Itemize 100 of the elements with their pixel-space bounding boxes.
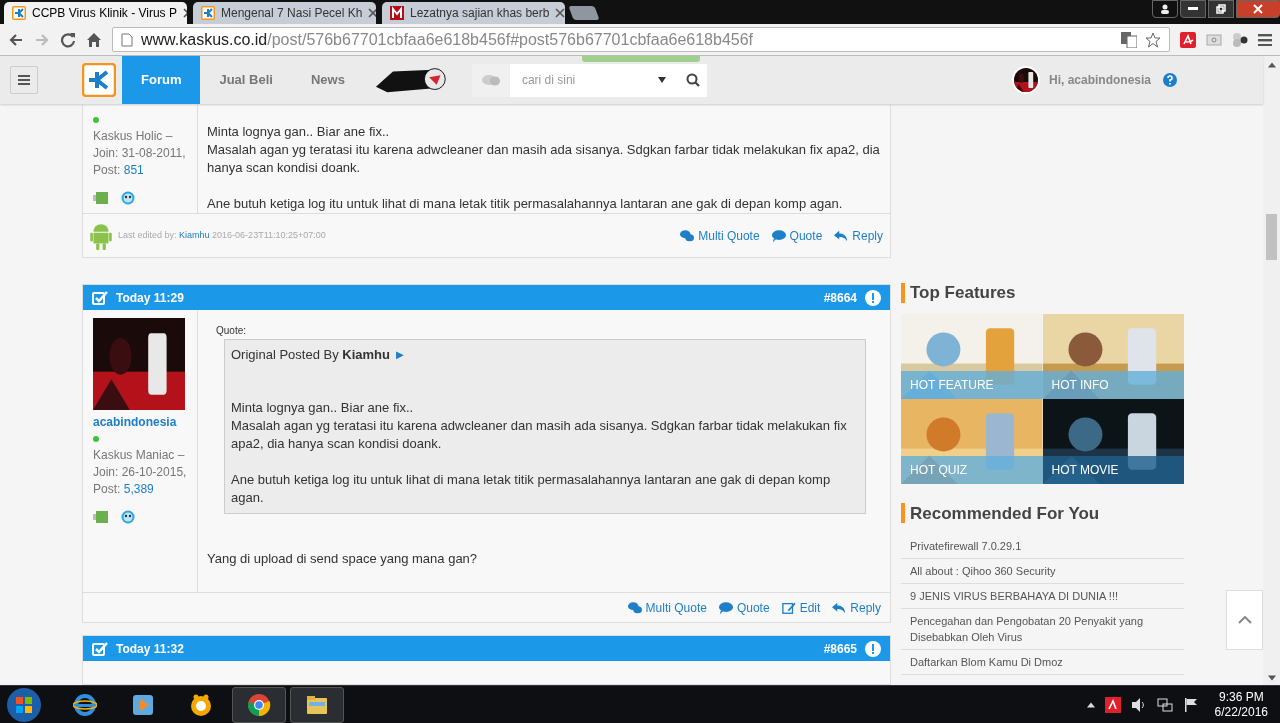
tile-label: HOT QUIZ <box>901 455 1043 484</box>
feature-tile[interactable]: HOT FEATURE <box>901 313 1043 399</box>
multiquote-button[interactable]: Multi Quote <box>680 226 760 245</box>
menu-button[interactable] <box>10 66 38 94</box>
antivirus-icon[interactable] <box>1104 696 1121 713</box>
chat-icon <box>481 74 500 86</box>
reload-icon[interactable] <box>60 31 76 48</box>
address-field[interactable]: www.kaskus.co.id/post/576b67701cbfaa6e618b456f#post576b67701cbfaa6e618b456f <box>112 27 1170 52</box>
mug-icon <box>93 510 109 524</box>
menu-icon <box>18 75 30 85</box>
tile-label: HOT INFO <box>1042 370 1184 399</box>
checkbox-icon[interactable] <box>92 640 108 657</box>
reply-button[interactable]: Reply <box>832 598 881 617</box>
caret-icon[interactable] <box>657 77 666 83</box>
minimize-icon <box>1188 7 1198 11</box>
search-icon[interactable] <box>685 73 700 87</box>
reply-button[interactable]: Reply <box>834 226 883 245</box>
close-icon[interactable] <box>368 8 376 18</box>
browser-tab[interactable]: Mengenal 7 Nasi Pecel Kh <box>193 2 376 24</box>
post-text: Ane butuh ketiga log itu untuk lihat di mana letak titik permasalahannya lantaran ane gak di depan komp agan. <box>207 195 844 213</box>
tab-title: Lezatnya sajian khas berb <box>410 5 550 22</box>
close-icon <box>1253 4 1263 14</box>
feature-tile[interactable]: HOT INFO <box>1042 313 1184 399</box>
taskbar-button[interactable] <box>290 686 344 723</box>
tile-label: HOT MOVIE <box>1042 455 1184 484</box>
mug-icon <box>93 191 109 205</box>
balls-icon[interactable] <box>1232 31 1248 48</box>
alert-icon[interactable] <box>865 289 881 306</box>
post-number-link[interactable]: #8665 <box>823 639 857 658</box>
post-count-link[interactable]: 5,389 <box>123 482 154 496</box>
multiquote-button[interactable]: Multi Quote <box>627 598 707 617</box>
quote-label: Quote: <box>216 324 248 338</box>
favicon-icon <box>12 6 26 20</box>
username-link[interactable]: acabindonesia <box>93 414 187 431</box>
browser-tab[interactable]: Lezatnya sajian khas berb <box>382 2 565 24</box>
profile-button[interactable] <box>1152 0 1178 18</box>
scroll-down-icon[interactable] <box>1267 675 1276 681</box>
feature-tile[interactable]: HOT QUIZ <box>901 398 1043 484</box>
post-time: Today 11:32 <box>116 640 184 658</box>
menu-icon[interactable] <box>1258 33 1272 46</box>
search-input[interactable]: cari di sini <box>521 71 652 89</box>
flag-icon[interactable] <box>1182 696 1199 713</box>
star-icon[interactable] <box>1145 31 1161 48</box>
quote-source: Original Posted By Kiamhu ► <box>231 346 408 364</box>
restore-button[interactable] <box>1208 0 1234 18</box>
browser-icon <box>73 692 97 717</box>
clock[interactable]: 9:36 PM 6/22/2016 <box>1214 689 1268 720</box>
recommended-link[interactable]: All about : Qihoo 360 Security <box>901 559 1184 584</box>
quote-button[interactable]: Quote <box>718 598 770 617</box>
section-title: Top Features <box>910 282 1016 304</box>
minimize-button[interactable] <box>1180 0 1206 18</box>
post-count-link[interactable]: 851 <box>123 163 144 177</box>
restore-icon <box>1216 4 1226 14</box>
edit-button[interactable]: Edit <box>781 598 821 617</box>
recommended-link[interactable]: Pencegahan dan Pengobatan 20 Penyakit yang Disebabkan Oleh Virus <box>901 609 1184 650</box>
alert-icon[interactable] <box>865 640 881 657</box>
scrollbar[interactable] <box>1263 56 1280 685</box>
recommended-link[interactable]: 9 JENIS VIRUS BERBAHAYA DI DUNIA !!! <box>901 584 1184 609</box>
close-window-button[interactable] <box>1236 0 1280 18</box>
greeting-link[interactable]: Hi, acabindonesia <box>1048 71 1151 89</box>
scroll-up-icon[interactable] <box>1267 62 1276 68</box>
post-time: Today 11:29 <box>116 289 184 307</box>
chat-bubbles-icon <box>680 228 695 243</box>
favicon-icon <box>201 6 215 20</box>
recommended-link[interactable]: Daftarkan Blom Kamu Di Dmoz <box>901 650 1184 675</box>
edit-note: Last edited by: Kiamhu 2016-06-23T11:10:25+07:00 <box>118 228 326 242</box>
browser-tab[interactable]: CCPB Virus Klinik - Virus P <box>4 2 187 24</box>
nav-tab[interactable]: Forum <box>122 56 201 104</box>
translate-icon[interactable] <box>1121 31 1137 48</box>
post-number-link[interactable]: #8664 <box>823 288 857 307</box>
reply-icon <box>832 600 847 615</box>
network-icon[interactable] <box>1156 696 1173 713</box>
back-icon[interactable] <box>8 31 24 48</box>
scroll-thumb[interactable] <box>1266 214 1277 260</box>
member-info: Kaskus Maniac – Join: 26-10-2015, Post: 5,389 <box>93 447 187 498</box>
section-title: Recommended For You <box>910 502 1100 525</box>
android-icon <box>90 221 112 250</box>
home-icon[interactable] <box>86 31 102 48</box>
new-tab-button[interactable] <box>568 6 600 20</box>
help-icon[interactable] <box>1163 73 1177 87</box>
chevron-up-icon <box>1237 616 1252 624</box>
taskbar-button[interactable] <box>232 686 286 723</box>
start-icon[interactable] <box>6 686 42 723</box>
nav-tab[interactable]: Jual Beli <box>200 56 292 104</box>
player-icon <box>189 692 213 717</box>
smiley-icon <box>121 510 135 524</box>
volume-icon[interactable] <box>1130 696 1147 713</box>
nav-tab[interactable]: News <box>291 56 364 104</box>
quote-button[interactable]: Quote <box>771 226 823 245</box>
tab-title: CCPB Virus Klinik - Virus P <box>32 5 177 22</box>
member-info: Kaskus Holic – Join: 31-08-2011, Post: 851 <box>93 128 187 179</box>
reply-icon <box>834 228 849 243</box>
favicon-icon <box>390 6 404 20</box>
extension-icon[interactable] <box>1180 31 1196 48</box>
checkbox-icon[interactable] <box>92 289 108 306</box>
close-icon[interactable] <box>555 8 565 18</box>
feature-tile[interactable]: HOT MOVIE <box>1042 398 1184 484</box>
tray-arrow-icon[interactable] <box>1086 701 1095 708</box>
chrome-icon <box>247 692 271 717</box>
recommended-link[interactable]: Privatefirewall 7.0.29.1 <box>901 534 1184 559</box>
